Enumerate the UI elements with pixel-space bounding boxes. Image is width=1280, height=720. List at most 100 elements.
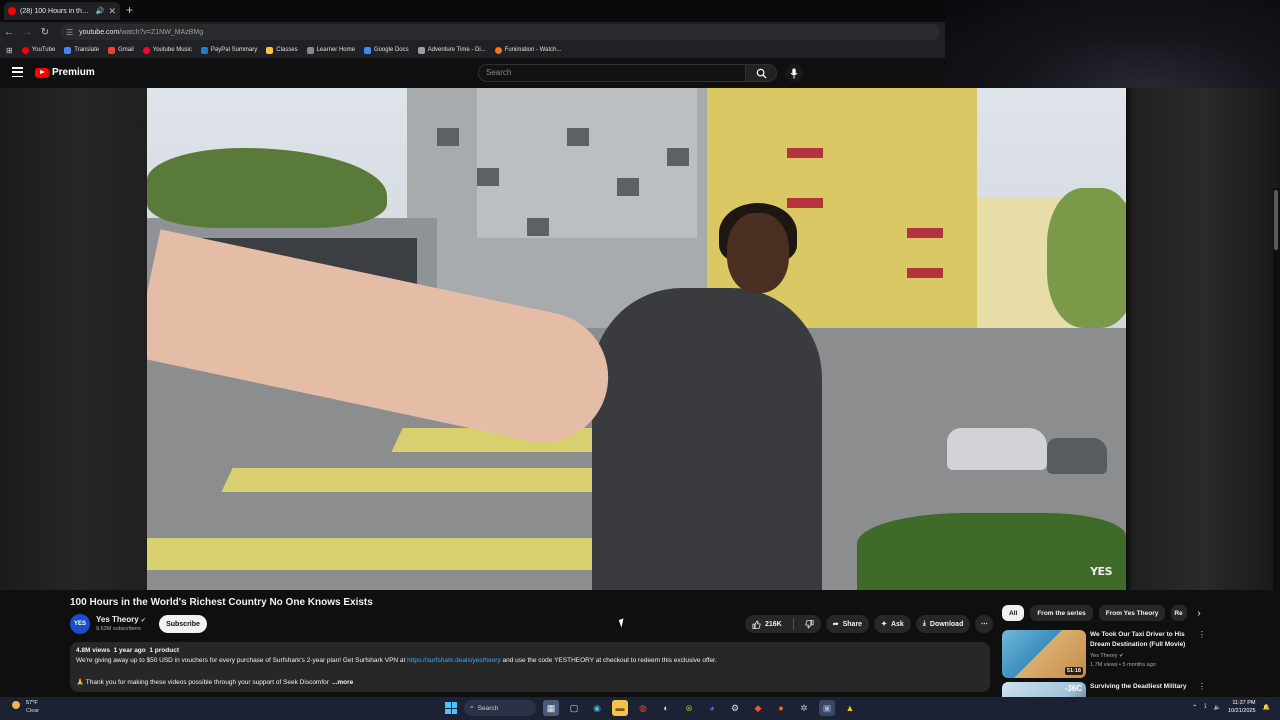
more-vertical-icon[interactable]: ⋮ [1198,630,1206,639]
scrollbar-thumb[interactable] [1274,190,1278,250]
browser-tab[interactable]: (28) 100 Hours in the World 🔊 ✕ [4,2,120,20]
bookmark-classes[interactable]: Classes [266,46,298,54]
description-link[interactable]: https://surfshark.deals/yestheory [407,657,501,664]
widgets-icon[interactable]: ▦ [543,700,559,716]
chip-from-the-series[interactable]: From the series [1030,605,1093,621]
new-tab-icon[interactable]: + [126,3,133,17]
bookmark-gmail[interactable]: Gmail [108,46,134,54]
translate-icon [64,46,72,54]
chip-all[interactable]: All [1002,605,1025,621]
steam-icon[interactable]: ◐ [658,700,674,716]
search-input[interactable]: Search [478,64,746,82]
recommendation-thumbnail[interactable]: 51:18 [1002,630,1086,678]
notification-bell-icon[interactable]: 🔔 [1263,704,1270,711]
channel-actions-row: YES Yes Theory ✔ 9.63M subscribers Subscr… [70,613,994,635]
more-actions-button[interactable]: ⋯ [975,615,994,633]
bookmark-label: Learner Home [316,47,355,53]
channel-avatar[interactable]: YES [70,614,90,634]
bookmark-translate[interactable]: Translate [64,46,99,54]
thumbs-up-icon [752,619,761,629]
search-button[interactable] [745,64,777,82]
reload-icon[interactable]: ↻ [36,27,54,38]
brave-icon[interactable]: ◆ [750,700,766,716]
weather-temp: 57°F [26,700,38,706]
chrome-icon[interactable]: ◍ [635,700,651,716]
recommendation-item[interactable]: 51:18 We Took Our Taxi Driver to His Dre… [1002,630,1207,680]
bookmark-youtube-music[interactable]: Youtube Music [142,46,192,54]
close-tab-icon[interactable]: ✕ [108,6,116,17]
xbox-icon[interactable]: ⊗ [681,700,697,716]
task-view-icon[interactable]: ▢ [566,700,582,716]
forward-icon[interactable]: → [18,27,36,38]
like-count: 216K [765,620,782,628]
chip-from-yes-theory[interactable]: From Yes Theory [1098,605,1166,621]
video-scene-window [617,178,639,196]
like-button[interactable]: 216K [745,615,789,633]
show-more-link[interactable]: ...more [332,679,353,686]
more-vertical-icon[interactable]: ⋮ [1198,682,1206,691]
speaker-icon[interactable]: 🔊 [96,7,105,15]
voice-search-button[interactable] [785,64,803,82]
ask-label: Ask [890,620,904,628]
bookmark-paypal[interactable]: PayPal Summary [200,46,257,54]
chip-related[interactable]: Re [1171,605,1188,621]
page-scrollbar[interactable] [1273,188,1280,698]
volume-icon[interactable]: 🔈 [1214,704,1221,711]
youtube-favicon-icon [8,7,16,15]
back-icon[interactable]: ← [0,27,18,38]
tab-title: (28) 100 Hours in the World [20,7,92,15]
recommendation-title[interactable]: Surviving the Deadliest Military [1090,682,1195,692]
youtube-premium-logo[interactable]: Premium [35,67,95,78]
tray-chevron-icon[interactable]: ⌃ [1192,704,1197,711]
chevron-right-icon[interactable]: › [1197,608,1200,619]
search-icon: ⌕ [470,704,474,711]
weather-widget[interactable]: 57°F Clear [12,699,39,715]
adventure-time-icon [417,46,425,54]
recommendation-thumbnail[interactable]: -36C [1002,682,1086,697]
bookmark-label: Classes [276,47,298,53]
file-explorer-icon[interactable]: ▬ [612,700,628,716]
product-count[interactable]: 1 product [149,647,179,654]
video-player[interactable]: YES [147,88,1126,590]
gear-icon[interactable]: ✲ [796,700,812,716]
recommendation-meta: 1.7M views • 5 months ago [1090,662,1156,668]
video-scene-balcony [907,268,943,278]
share-button[interactable]: ➦ Share [825,615,870,633]
bookmark-google-docs[interactable]: Google Docs [363,46,409,54]
discord-icon[interactable]: ◕ [704,700,720,716]
bookmark-funimation[interactable]: Funimation - Watch... [494,46,561,54]
gmail-icon [108,46,116,54]
recommendation-item[interactable]: -36C Surviving the Deadliest Military ⋮ [1002,682,1207,697]
clock-time: 11:37 PM [1232,700,1256,706]
url-field[interactable]: ☰ youtube.com/watch?v=Z1NW_MAzBMg [60,24,940,40]
video-scene-person-coat [592,288,822,590]
subscribe-button[interactable]: Subscribe [159,615,207,633]
site-info-icon[interactable]: ☰ [66,28,73,37]
dislike-button[interactable] [798,615,821,633]
like-dislike-control: 216K [745,615,821,633]
apps-grid-icon[interactable]: ⊞ [6,46,13,55]
description-text: We're giving away up to $50 USD in vouch… [76,657,408,664]
warning-app-icon[interactable]: ▲ [842,700,858,716]
bookmark-learner-home[interactable]: Learner Home [306,46,355,54]
description-box[interactable]: 4.8M views 1 year ago 1 product We're gi… [70,642,990,692]
bookmark-youtube[interactable]: YouTube [21,46,55,54]
download-button[interactable]: ⤓ Download [915,615,971,633]
network-icon[interactable]: ⟟ [1204,704,1206,711]
media-app-icon[interactable]: ● [773,700,789,716]
active-app-icon[interactable]: ▣ [819,700,835,716]
recommendation-title[interactable]: We Took Our Taxi Driver to His Dream Des… [1090,630,1195,650]
taskbar-search[interactable]: ⌕ Search [464,700,536,716]
share-label: Share [842,620,863,628]
channel-name[interactable]: Yes Theory ✔ [96,615,146,624]
edge-icon[interactable]: ◉ [589,700,605,716]
share-icon: ➦ [832,621,839,628]
taskbar-clock[interactable]: 11:37 PM 10/21/2025 [1228,699,1256,715]
settings-app-icon[interactable]: ⚙ [727,700,743,716]
menu-icon[interactable] [12,67,23,77]
ask-button[interactable]: ✦ Ask [874,615,911,633]
bookmark-adventure-time[interactable]: Adventure Time - Di... [417,46,486,54]
windows-start-icon[interactable] [445,702,457,714]
channel-watermark[interactable]: YES [1090,565,1112,578]
description-text: 🙏 Thank you for making these videos poss… [76,679,329,686]
